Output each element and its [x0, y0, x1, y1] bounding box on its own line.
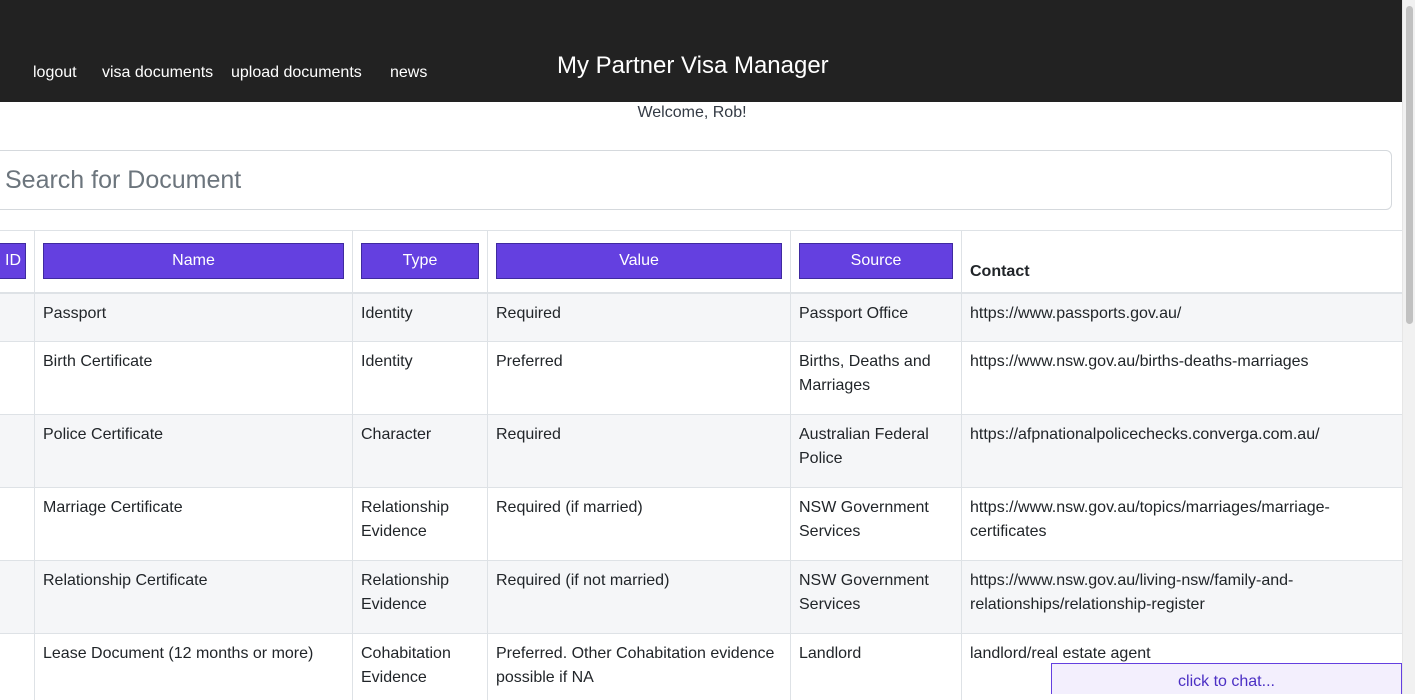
table-header-row: ID Name Type Value Source Contact [0, 231, 1402, 293]
cell-id [0, 634, 35, 700]
table-row[interactable]: Birth Certificate Identity Preferred Bir… [0, 342, 1402, 415]
cell-contact: https://www.nsw.gov.au/topics/marriages/… [962, 488, 1403, 561]
cell-name: Lease Document (12 months or more) [35, 634, 353, 700]
contact-column-header: Contact [970, 263, 1030, 280]
app-title: My Partner Visa Manager [557, 52, 829, 80]
top-navbar: logout visa documents upload documents n… [0, 0, 1402, 102]
cell-id [0, 561, 35, 634]
page-scrollbar[interactable] [1402, 0, 1415, 694]
cell-name: Relationship Certificate [35, 561, 353, 634]
cell-source: NSW Government Services [791, 488, 962, 561]
cell-contact: https://www.nsw.gov.au/births-deaths-mar… [962, 342, 1403, 415]
cell-contact: https://afpnationalpolicechecks.converga… [962, 415, 1403, 488]
table-row[interactable]: Police Certificate Character Required Au… [0, 415, 1402, 488]
cell-value: Required (if married) [488, 488, 791, 561]
header-cell-contact: Contact [962, 231, 1403, 293]
nav-visa-documents-link[interactable]: visa documents [102, 64, 213, 82]
cell-id [0, 415, 35, 488]
header-cell-name: Name [35, 231, 353, 293]
welcome-message: Welcome, Rob! [0, 104, 1384, 122]
cell-type: Cohabitation Evidence [353, 634, 488, 700]
cell-name: Birth Certificate [35, 342, 353, 415]
header-cell-type: Type [353, 231, 488, 293]
cell-name: Marriage Certificate [35, 488, 353, 561]
cell-source: Births, Deaths and Marriages [791, 342, 962, 415]
table-row[interactable]: Marriage Certificate Relationship Eviden… [0, 488, 1402, 561]
cell-source: Passport Office [791, 293, 962, 342]
cell-source: NSW Government Services [791, 561, 962, 634]
chat-launcher-button[interactable]: click to chat... [1051, 663, 1402, 694]
sort-source-button[interactable]: Source [799, 243, 953, 279]
header-cell-source: Source [791, 231, 962, 293]
cell-type: Relationship Evidence [353, 488, 488, 561]
scrollbar-thumb[interactable] [1406, 6, 1413, 324]
table-row[interactable]: Passport Identity Required Passport Offi… [0, 293, 1402, 342]
cell-type: Relationship Evidence [353, 561, 488, 634]
cell-value: Required [488, 415, 791, 488]
documents-table: ID Name Type Value Source Contact [0, 230, 1402, 700]
nav-upload-documents-link[interactable]: upload documents [231, 64, 362, 82]
sort-value-button[interactable]: Value [496, 243, 782, 279]
header-cell-value: Value [488, 231, 791, 293]
cell-value: Preferred. Other Cohabitation evidence p… [488, 634, 791, 700]
cell-name: Passport [35, 293, 353, 342]
sort-name-button[interactable]: Name [43, 243, 344, 279]
cell-value: Required [488, 293, 791, 342]
cell-contact: https://www.passports.gov.au/ [962, 293, 1403, 342]
cell-value: Required (if not married) [488, 561, 791, 634]
cell-name: Police Certificate [35, 415, 353, 488]
cell-value: Preferred [488, 342, 791, 415]
cell-source: Australian Federal Police [791, 415, 962, 488]
cell-type: Identity [353, 293, 488, 342]
sort-type-button[interactable]: Type [361, 243, 479, 279]
sort-id-button[interactable]: ID [0, 243, 26, 279]
cell-id [0, 488, 35, 561]
cell-type: Character [353, 415, 488, 488]
table-row[interactable]: Relationship Certificate Relationship Ev… [0, 561, 1402, 634]
header-cell-id: ID [0, 231, 35, 293]
cell-id [0, 293, 35, 342]
document-search-input[interactable] [0, 150, 1392, 210]
documents-table-container: ID Name Type Value Source Contact [0, 230, 1402, 700]
cell-source: Landlord [791, 634, 962, 700]
cell-type: Identity [353, 342, 488, 415]
nav-logout-link[interactable]: logout [33, 64, 77, 82]
cell-id [0, 342, 35, 415]
nav-news-link[interactable]: news [390, 64, 427, 82]
cell-contact: https://www.nsw.gov.au/living-nsw/family… [962, 561, 1403, 634]
